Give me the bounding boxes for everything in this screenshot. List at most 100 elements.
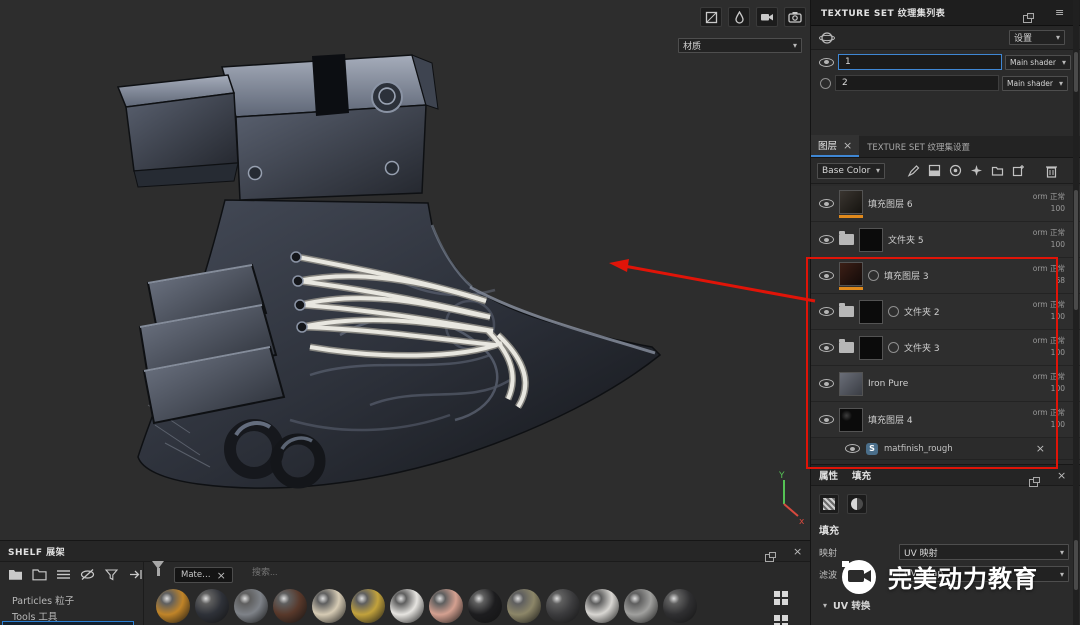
material-sphere-icon[interactable] [728, 7, 750, 27]
effects-icon[interactable] [970, 164, 983, 177]
layer-row-folder-2[interactable]: 文件夹 2 orm 正常100 [811, 294, 1080, 330]
settings-dropdown[interactable]: 设置 ▾ [1009, 30, 1065, 45]
blend-mode[interactable]: orm 正常 [1033, 408, 1065, 417]
axis-gizmo[interactable]: Y x [768, 468, 808, 526]
mask-link-icon[interactable] [868, 270, 879, 281]
layer-row-fill-4[interactable]: 填充图层 4 orm 正常100 [811, 402, 1080, 438]
layer-row-folder-3[interactable]: 文件夹 3 orm 正常100 [811, 330, 1080, 366]
tab-texture-set-settings[interactable]: TEXTURE SET 纹理集设置 [859, 141, 978, 157]
shelf-tree-particles[interactable]: Particles 粒子 [12, 593, 74, 607]
shader-dropdown[interactable]: Main shader ▾ [1002, 76, 1068, 91]
material-swatch[interactable] [312, 589, 346, 623]
remove-tag-icon[interactable]: × [217, 570, 226, 581]
opacity-value[interactable]: 100 [1051, 240, 1065, 249]
material-swatch[interactable] [624, 589, 658, 623]
delete-trash-icon[interactable] [1045, 164, 1058, 178]
visibility-off-icon[interactable] [820, 78, 831, 89]
material-swatch[interactable] [195, 589, 229, 623]
search-funnel-icon[interactable] [152, 569, 164, 588]
layer-thumbnail[interactable] [839, 372, 863, 396]
search-input[interactable] [252, 567, 372, 577]
material-swatch[interactable] [663, 589, 697, 623]
layer-row-fill-6[interactable]: 填充图层 6 orm 正常100 [811, 186, 1080, 222]
eye-slash-icon[interactable] [80, 568, 95, 581]
paint-brush-icon[interactable] [907, 164, 920, 177]
mask-mode-button[interactable] [847, 494, 867, 514]
filter-tag[interactable]: Mate… × [174, 567, 233, 583]
mask-link-icon[interactable] [888, 342, 899, 353]
export-icon[interactable] [128, 568, 143, 581]
snapshot-camera-icon[interactable] [784, 7, 806, 27]
layer-thumbnail[interactable] [839, 408, 863, 432]
layer-effect-row[interactable]: S matfinish_rough × [811, 438, 1080, 460]
float-window-icon[interactable] [1023, 8, 1032, 27]
float-window-icon[interactable] [1029, 472, 1038, 491]
wireframe-icon[interactable] [700, 7, 722, 27]
material-swatch[interactable] [429, 589, 463, 623]
video-camera-icon[interactable] [756, 7, 778, 27]
texture-set-row-1[interactable]: 1 Main shader ▾ [811, 52, 1080, 72]
visibility-eye-icon[interactable] [845, 444, 860, 453]
blend-mode[interactable]: orm 正常 [1033, 264, 1065, 273]
viewport-material-dropdown[interactable]: 材质 ▾ [678, 38, 802, 53]
material-swatch[interactable] [273, 589, 307, 623]
add-folder-icon[interactable] [991, 164, 1004, 177]
folder-icon[interactable] [8, 568, 23, 581]
remove-effect-icon[interactable]: × [1036, 443, 1045, 454]
visibility-eye-icon[interactable] [819, 415, 834, 424]
layer-row-folder-5[interactable]: 文件夹 5 orm 正常100 [811, 222, 1080, 258]
new-folder-icon[interactable] [32, 568, 47, 581]
mask-thumbnail[interactable] [859, 336, 883, 360]
layer-row-iron-pure[interactable]: Iron Pure orm 正常100 [811, 366, 1080, 402]
material-swatch[interactable] [234, 589, 268, 623]
float-window-icon[interactable] [765, 547, 774, 566]
visibility-eye-icon[interactable] [819, 271, 834, 280]
opacity-value[interactable]: 100 [1051, 420, 1065, 429]
fill-layer-icon[interactable] [928, 164, 941, 177]
visibility-eye-icon[interactable] [819, 58, 834, 67]
blend-mode[interactable]: orm 正常 [1033, 192, 1065, 201]
visibility-eye-icon[interactable] [819, 343, 834, 352]
material-swatch[interactable] [468, 589, 502, 623]
list-view-icon[interactable] [56, 568, 71, 581]
add-layer-icon[interactable] [1012, 164, 1025, 177]
grid-view-icon[interactable] [774, 591, 788, 605]
opacity-value[interactable]: 100 [1051, 348, 1065, 357]
mask-thumbnail[interactable] [859, 300, 883, 324]
shader-dropdown[interactable]: Main shader ▾ [1005, 55, 1071, 70]
visibility-eye-icon[interactable] [819, 307, 834, 316]
panel-scrollbar[interactable] [1073, 0, 1079, 625]
filter-icon[interactable] [104, 568, 119, 581]
smart-material-icon[interactable] [949, 164, 962, 177]
texture-set-icon[interactable] [819, 30, 835, 46]
tab-layers[interactable]: 图层 × [811, 135, 859, 157]
boot-model[interactable] [40, 25, 720, 515]
close-icon[interactable]: × [843, 140, 852, 151]
grid-view-icon[interactable] [774, 615, 788, 625]
texture-set-name[interactable]: 2 [835, 75, 999, 91]
visibility-eye-icon[interactable] [819, 199, 834, 208]
shelf-tree-selected-item[interactable] [2, 621, 134, 625]
texture-set-row-2[interactable]: 2 Main shader ▾ [811, 73, 1080, 93]
visibility-eye-icon[interactable] [819, 379, 834, 388]
layer-row-fill-3[interactable]: 填充图层 3 orm 正常68 [811, 258, 1080, 294]
visibility-eye-icon[interactable] [819, 235, 834, 244]
mask-link-icon[interactable] [888, 306, 899, 317]
blend-mode[interactable]: orm 正常 [1033, 228, 1065, 237]
material-mode-button[interactable] [819, 494, 839, 514]
mask-thumbnail[interactable] [859, 228, 883, 252]
close-icon[interactable]: × [1057, 470, 1066, 481]
blend-mode[interactable]: orm 正常 [1033, 336, 1065, 345]
panel-menu-icon[interactable]: ≡ [1055, 7, 1064, 18]
material-swatch[interactable] [585, 589, 619, 623]
channel-dropdown[interactable]: Base Color ▾ [817, 163, 885, 179]
material-swatch[interactable] [351, 589, 385, 623]
material-swatch[interactable] [390, 589, 424, 623]
material-swatch[interactable] [156, 589, 190, 623]
opacity-value[interactable]: 68 [1055, 276, 1065, 285]
close-icon[interactable]: × [793, 546, 802, 557]
layer-thumbnail[interactable] [839, 190, 863, 214]
material-swatch[interactable] [546, 589, 580, 623]
texture-set-name[interactable]: 1 [838, 54, 1002, 70]
layer-thumbnail[interactable] [839, 262, 863, 286]
